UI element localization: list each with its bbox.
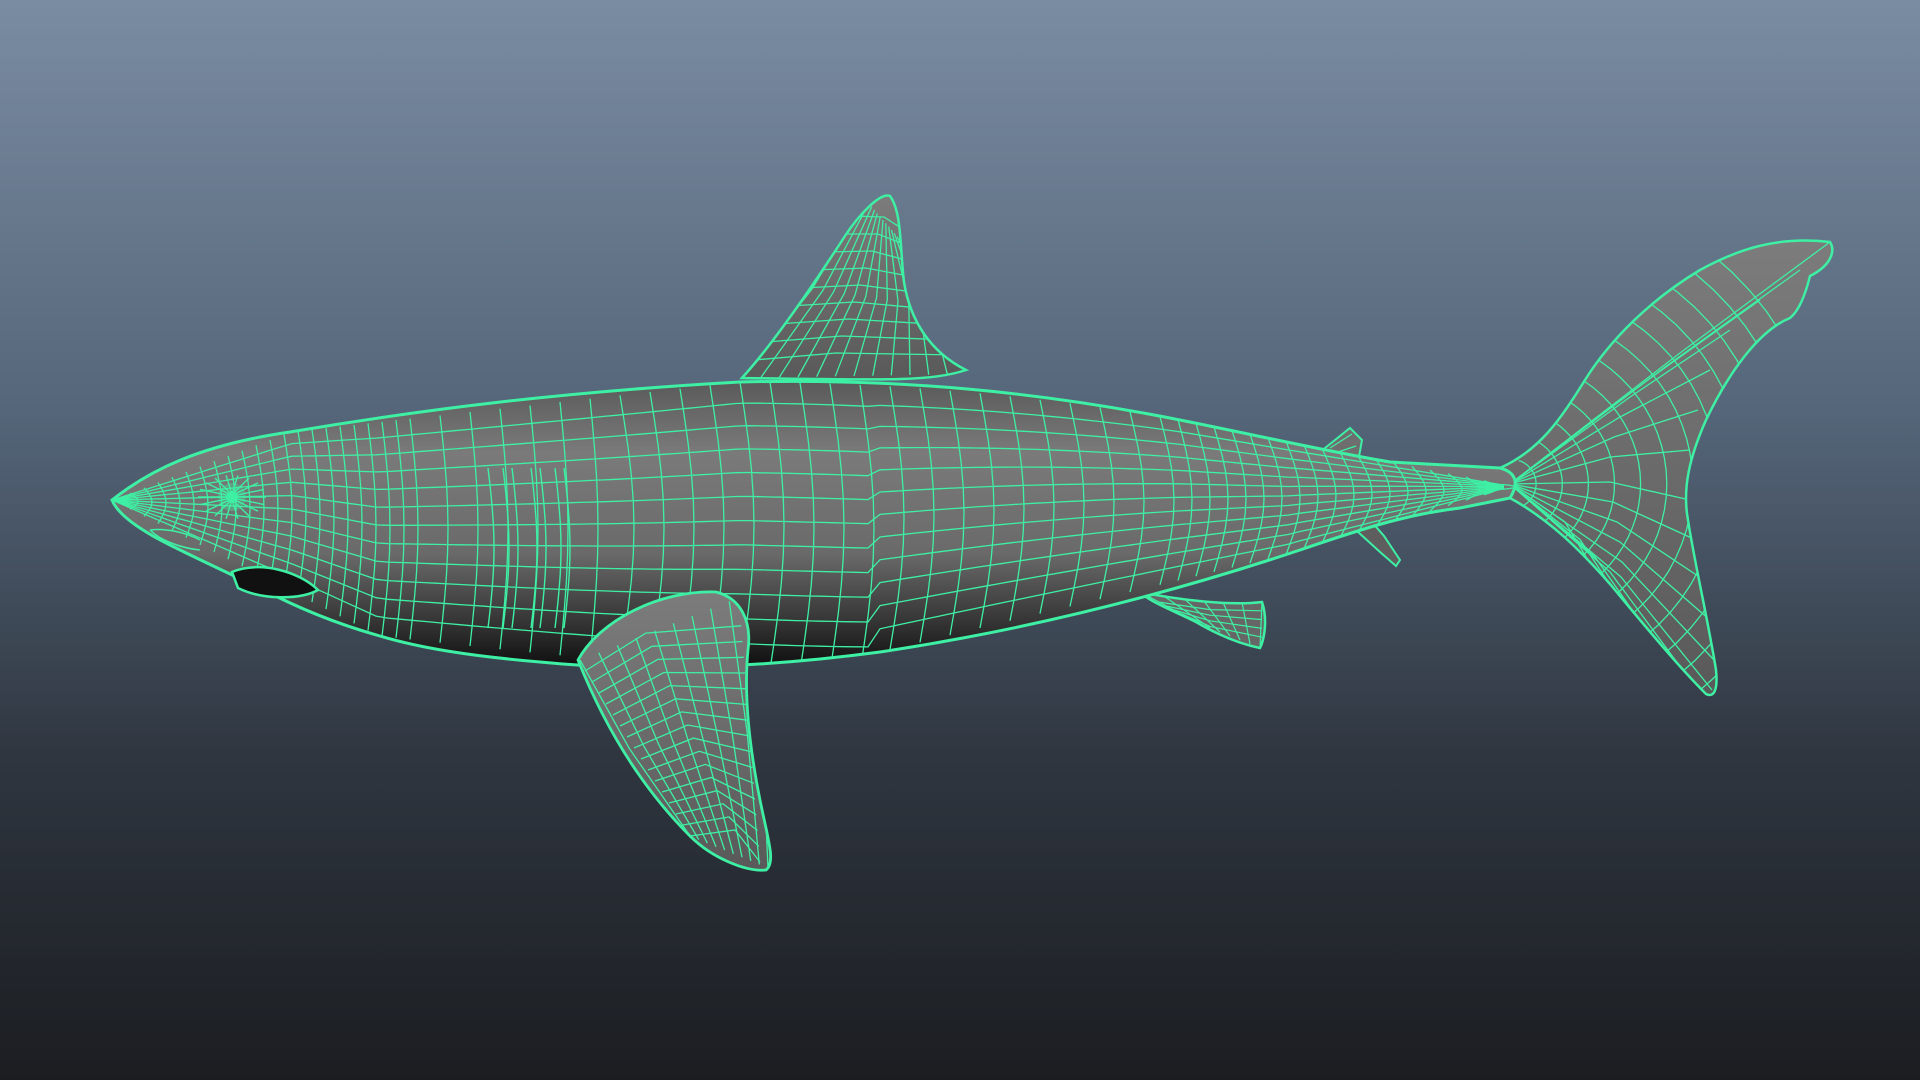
dorsal-fin <box>739 194 970 381</box>
caudal-fin <box>1498 239 1834 697</box>
pectoral-fin <box>576 590 773 872</box>
shark-wireframe-model[interactable] <box>0 0 1920 1080</box>
pelvic-fin <box>1136 589 1267 650</box>
3d-viewport[interactable] <box>0 0 1920 1080</box>
shark-body <box>110 379 1517 669</box>
